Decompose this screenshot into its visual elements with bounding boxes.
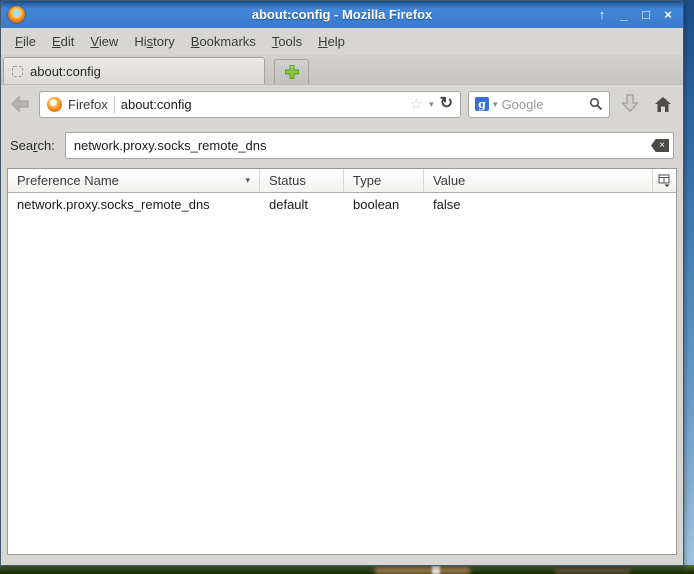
column-picker-button[interactable] — [653, 169, 676, 192]
navigation-toolbar: Firefox about:config ☆ ▾ ↻ g ▾ — [1, 85, 683, 123]
reload-icon[interactable]: ↻ — [440, 96, 453, 112]
tab-bar: about:config — [1, 55, 683, 85]
tab-about-config[interactable]: about:config — [3, 57, 265, 84]
download-button[interactable] — [617, 92, 643, 116]
firefox-window: about:config - Mozilla Firefox ↑ _ □ × F… — [0, 0, 684, 566]
url-text[interactable]: about:config — [121, 97, 404, 112]
wallpaper-object — [375, 565, 470, 574]
firefox-logo-icon — [8, 6, 25, 23]
minimize-button[interactable]: _ — [616, 6, 632, 24]
cell-type: boolean — [344, 197, 424, 212]
column-header-status[interactable]: Status — [260, 169, 344, 192]
url-bar[interactable]: Firefox about:config ☆ ▾ ↻ — [39, 91, 461, 118]
column-header-value[interactable]: Value — [424, 169, 653, 192]
menu-file[interactable]: File — [7, 31, 44, 52]
menu-edit[interactable]: Edit — [44, 31, 82, 52]
firefox-site-icon — [47, 97, 62, 112]
home-button[interactable] — [650, 92, 676, 116]
sort-descending-icon: ▾ — [245, 175, 250, 186]
plus-icon — [284, 64, 300, 80]
search-label: Search: — [10, 138, 55, 153]
search-engine-dropdown-icon[interactable]: ▾ — [493, 100, 498, 109]
back-arrow-icon — [10, 95, 30, 113]
table-header-row: Preference Name ▾ Status Type Value — [8, 169, 676, 193]
web-search-box[interactable]: g ▾ — [468, 91, 610, 118]
column-header-preference-name[interactable]: Preference Name ▾ — [8, 169, 260, 192]
menu-tools[interactable]: Tools — [264, 31, 310, 52]
cell-status: default — [260, 197, 344, 212]
menu-history[interactable]: History — [126, 31, 182, 52]
menu-bookmarks[interactable]: Bookmarks — [183, 31, 264, 52]
preferences-table: Preference Name ▾ Status Type Value netw… — [7, 168, 677, 555]
web-search-input[interactable] — [502, 97, 585, 112]
bookmark-star-icon[interactable]: ☆ — [410, 97, 423, 112]
home-icon — [654, 96, 672, 113]
menu-view[interactable]: View — [82, 31, 126, 52]
window-controls: ↑ _ □ × — [594, 6, 676, 24]
config-search-input[interactable] — [65, 132, 674, 159]
shade-button[interactable]: ↑ — [594, 6, 610, 24]
urlbar-dropdown-icon[interactable]: ▾ — [429, 100, 434, 109]
site-identity-button[interactable]: Firefox — [68, 97, 108, 112]
urlbar-separator — [114, 96, 115, 113]
table-row[interactable]: network.proxy.socks_remote_dns default b… — [8, 193, 676, 215]
menu-help[interactable]: Help — [310, 31, 353, 52]
window-title: about:config - Mozilla Firefox — [1, 7, 683, 22]
maximize-button[interactable]: □ — [638, 6, 654, 24]
close-button[interactable]: × — [660, 6, 676, 24]
config-search-field: × — [65, 132, 674, 159]
wallpaper-object — [555, 565, 630, 574]
column-header-type[interactable]: Type — [344, 169, 424, 192]
tab-favicon-placeholder-icon — [12, 66, 23, 77]
back-button[interactable] — [8, 93, 32, 115]
new-tab-button[interactable] — [274, 59, 309, 84]
magnifier-icon[interactable] — [589, 97, 603, 111]
column-picker-icon — [658, 174, 671, 187]
cell-value: false — [424, 197, 676, 212]
menubar: File Edit View History Bookmarks Tools H… — [1, 28, 683, 55]
config-search-bar: Search: × — [1, 123, 683, 168]
desktop-background: about:config - Mozilla Firefox ↑ _ □ × F… — [0, 0, 694, 574]
cell-preference-name: network.proxy.socks_remote_dns — [8, 197, 260, 212]
desktop-wallpaper-grass — [0, 565, 694, 574]
wallpaper-object — [432, 565, 440, 574]
download-arrow-icon — [621, 94, 639, 114]
google-engine-icon[interactable]: g — [475, 97, 489, 111]
tab-label: about:config — [30, 64, 101, 79]
titlebar[interactable]: about:config - Mozilla Firefox ↑ _ □ × — [1, 1, 683, 28]
